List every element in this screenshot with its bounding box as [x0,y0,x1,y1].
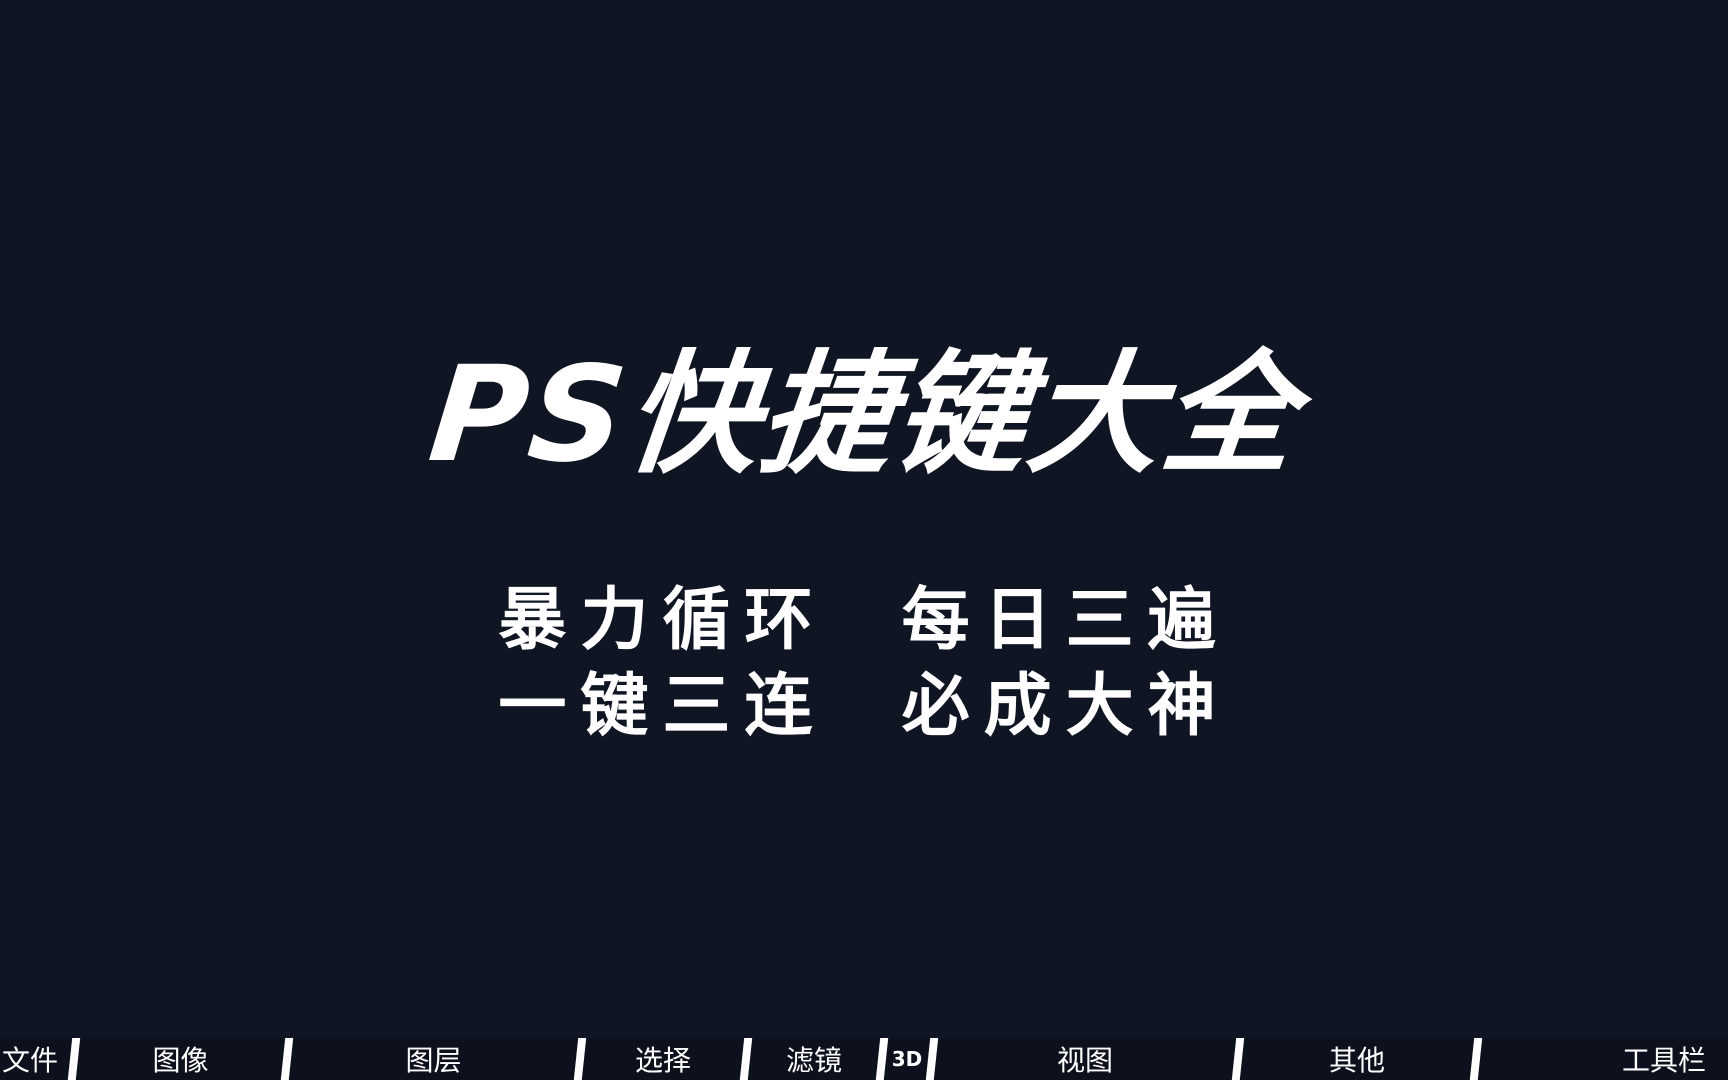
chapter-segment-layer[interactable]: 图层 [291,1038,576,1080]
chapter-label: 其他 [1328,1044,1385,1077]
chapter-segment-view[interactable]: 视图 [936,1038,1234,1080]
title-area: PS快捷键大全 [0,338,1728,492]
page-title: PS快捷键大全 [423,338,1305,492]
chapter-segment-filter[interactable]: 滤镜 [750,1038,878,1080]
chapter-timeline[interactable]: 文件 图像 图层 选择 滤镜 3D 视图 其他 工具栏 [0,1038,1728,1080]
chapter-segment-file[interactable]: 文件 [0,1038,70,1080]
chapter-segment-select[interactable]: 选择 [584,1038,742,1080]
chapter-label: 工具栏 [1621,1044,1706,1077]
chapter-segment-toolbar[interactable]: 工具栏 [1480,1038,1728,1080]
chapter-label: 图层 [405,1044,462,1077]
chapter-label: 视图 [1056,1044,1113,1077]
chapter-label: 文件 [1,1044,58,1077]
chapter-label: 滤镜 [785,1044,842,1077]
chapter-segment-image[interactable]: 图像 [78,1038,283,1080]
chapter-segment-3d[interactable]: 3D [886,1038,928,1080]
slogan-line-2: 一键三连 必成大神 [498,667,1230,746]
slogan-line-1: 暴力循环 每日三遍 [498,581,1230,660]
chapter-segment-other[interactable]: 其他 [1242,1038,1472,1080]
chapter-label: 图像 [152,1044,209,1077]
slogan-block: 暴力循环 每日三遍 一键三连 必成大神 [0,578,1728,750]
chapter-label: 选择 [634,1044,691,1077]
chapter-label: 3D [891,1047,923,1071]
